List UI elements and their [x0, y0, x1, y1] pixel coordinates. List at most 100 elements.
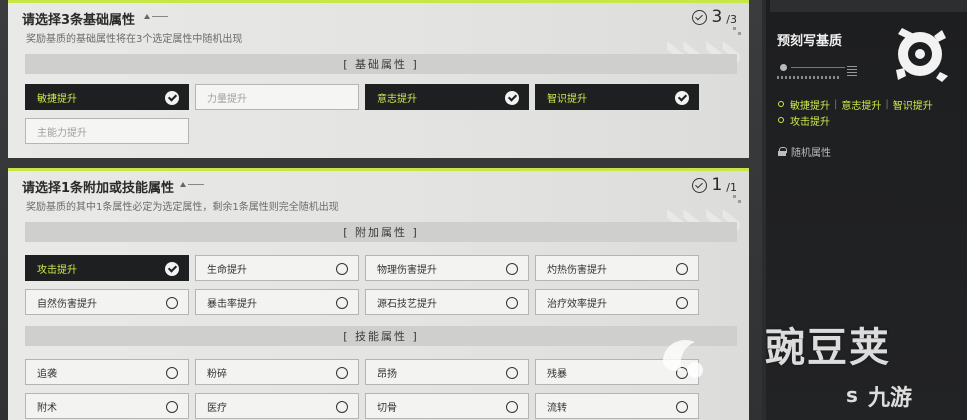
random-attribute: 随机属性 — [778, 144, 831, 159]
preview-stat: 智识提升 — [892, 100, 933, 112]
checkmark-icon — [675, 91, 689, 105]
radio-circle-icon — [336, 263, 348, 275]
attribute-option-label: 源石技艺提升 — [377, 298, 437, 310]
radio-circle-icon — [506, 367, 518, 379]
attribute-option[interactable]: 主能力提升 — [25, 118, 189, 144]
preview-top-strip — [770, 0, 967, 12]
attribute-option[interactable]: 源石技艺提升 — [365, 289, 529, 315]
attribute-option[interactable]: 敏捷提升 — [25, 84, 189, 110]
jiuyou-watermark: 九游 — [868, 386, 913, 411]
attribute-option-label: 力量提升 — [207, 93, 247, 105]
attribute-option[interactable]: 切骨 — [365, 393, 529, 419]
corner-dots-icon — [733, 27, 741, 35]
attribute-option[interactable]: 流转 — [535, 393, 699, 419]
extra-skill-attribute-panel: »» 请选择1条附加或技能属性 1 /1 奖励基质的其中1条属性必定为选定属性，… — [8, 168, 749, 420]
attribute-option-label: 治疗效率提升 — [547, 298, 607, 310]
attribute-option-label: 昂扬 — [377, 368, 397, 380]
panel-subtitle: 奖励基质的基础属性将在3个选定属性中随机出现 — [26, 34, 243, 45]
attribute-option[interactable]: 粉碎 — [195, 359, 359, 385]
attribute-option[interactable]: 追袭 — [25, 359, 189, 385]
preview-stat: 攻击提升 — [790, 116, 830, 128]
radio-circle-icon — [336, 367, 348, 379]
attribute-option-label: 切骨 — [377, 402, 397, 414]
base-attribute-panel: »» 请选择3条基础属性 3 /3 奖励基质的基础属性将在3个选定属性中随机出现… — [8, 0, 749, 158]
section-header-extra: [ 附加属性 ] — [25, 222, 737, 242]
preview-stat-row: 敏捷提升 | 意志提升 | 智识提升 — [778, 96, 933, 112]
counter-total: /1 — [726, 180, 737, 194]
counter-value: 3 — [711, 7, 723, 27]
section-header-skill: [ 技能属性 ] — [25, 326, 737, 346]
counter-value: 1 — [711, 175, 723, 195]
attribute-option[interactable]: 物理伤害提升 — [365, 255, 529, 281]
separator: | — [834, 98, 838, 110]
attribute-option-label: 医疗 — [207, 402, 227, 414]
preview-stat-row: 攻击提升 — [778, 112, 933, 128]
attribute-option-label: 追袭 — [37, 368, 57, 380]
title-decor-icon — [180, 182, 204, 187]
attribute-option[interactable]: 智识提升 — [535, 84, 699, 110]
panel-header: 请选择1条附加或技能属性 1 /1 — [8, 171, 749, 197]
attribute-option-label: 主能力提升 — [37, 127, 87, 139]
attribute-option[interactable]: 生命提升 — [195, 255, 359, 281]
radio-circle-icon — [336, 401, 348, 413]
attribute-option-label: 附术 — [37, 402, 57, 414]
preview-title: 预刻写基质 — [777, 34, 843, 49]
attribute-option[interactable]: 灼热伤害提升 — [535, 255, 699, 281]
check-circle-icon — [692, 177, 708, 193]
preview-stats: 敏捷提升 | 意志提升 | 智识提升 攻击提升 — [778, 96, 933, 128]
attribute-option-label: 智识提升 — [547, 93, 587, 105]
attribute-option-label: 敏捷提升 — [37, 93, 77, 105]
attribute-option[interactable]: 医疗 — [195, 393, 359, 419]
separator: | — [885, 98, 889, 110]
random-attribute-label: 随机属性 — [791, 148, 831, 159]
radio-circle-icon — [676, 263, 688, 275]
preview-stat: 敏捷提升 — [790, 100, 830, 112]
section-header-base: [ 基础属性 ] — [25, 54, 737, 74]
attribute-option-label: 攻击提升 — [37, 264, 77, 276]
panel-subtitle: 奖励基质的其中1条属性必定为选定属性，剩余1条属性则完全随机出现 — [26, 202, 339, 213]
attribute-option-label: 物理伤害提升 — [377, 264, 437, 276]
counter-total: /3 — [726, 12, 737, 26]
preview-stat: 意志提升 — [841, 100, 882, 112]
radio-circle-icon — [676, 401, 688, 413]
bullet-icon — [778, 101, 784, 107]
wandoujia-watermark: 豌豆荚 — [765, 325, 891, 371]
radio-circle-icon — [676, 297, 688, 309]
radio-circle-icon — [336, 297, 348, 309]
selection-counter: 3 /3 — [692, 7, 737, 27]
jiuyou-logo-icon: s — [846, 383, 858, 407]
attribute-option-label: 生命提升 — [207, 264, 247, 276]
title-decor-icon — [144, 14, 168, 19]
attribute-option[interactable]: 自然伤害提升 — [25, 289, 189, 315]
checkmark-icon — [165, 262, 179, 276]
radio-circle-icon — [166, 297, 178, 309]
panel-title: 请选择1条附加或技能属性 — [22, 181, 175, 196]
attribute-option[interactable]: 附术 — [25, 393, 189, 419]
attribute-option[interactable]: 昂扬 — [365, 359, 529, 385]
preview-deco-icon — [777, 64, 857, 80]
lock-icon — [778, 147, 787, 156]
attribute-option-label: 灼热伤害提升 — [547, 264, 607, 276]
radio-circle-icon — [506, 401, 518, 413]
checkmark-icon — [165, 91, 179, 105]
attribute-option-label: 自然伤害提升 — [37, 298, 97, 310]
attribute-option-label: 粉碎 — [207, 368, 227, 380]
radio-circle-icon — [166, 367, 178, 379]
checkmark-icon — [505, 91, 519, 105]
attribute-option-label: 意志提升 — [377, 93, 417, 105]
panel-header: 请选择3条基础属性 3 /3 — [8, 3, 749, 29]
attribute-option[interactable]: 暴击率提升 — [195, 289, 359, 315]
attribute-option[interactable]: 意志提升 — [365, 84, 529, 110]
corner-dots-icon — [733, 195, 741, 203]
attribute-option-label: 暴击率提升 — [207, 298, 257, 310]
radio-circle-icon — [166, 401, 178, 413]
attribute-option[interactable]: 力量提升 — [195, 84, 359, 110]
attribute-option-label: 残暴 — [547, 368, 567, 380]
bullet-icon — [778, 117, 784, 123]
radio-circle-icon — [506, 297, 518, 309]
attribute-option[interactable]: 攻击提升 — [25, 255, 189, 281]
attribute-option-label: 流转 — [547, 402, 567, 414]
wandoujia-logo-icon — [663, 340, 703, 378]
attribute-option[interactable]: 治疗效率提升 — [535, 289, 699, 315]
radio-circle-icon — [506, 263, 518, 275]
